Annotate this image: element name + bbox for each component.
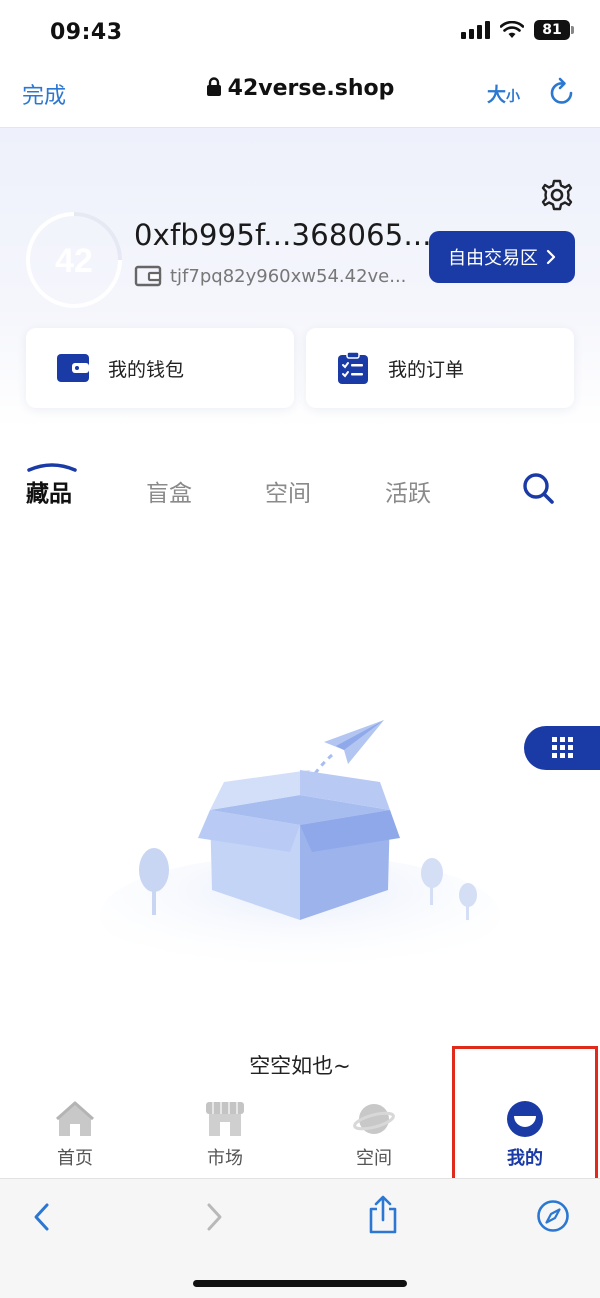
trade-button-label: 自由交易区 — [448, 248, 538, 269]
tab-blind-box[interactable]: 盲盒 — [146, 474, 192, 508]
my-orders-label: 我的订单 — [388, 358, 465, 381]
text-size-button[interactable]: 大小 — [487, 80, 520, 107]
status-time: 09:43 — [50, 20, 123, 45]
market-icon — [206, 1102, 244, 1136]
sub-address-text: tjf7pq82y960xw54.42ve... — [170, 265, 407, 287]
highlight-annotation-box — [452, 1046, 598, 1200]
wallet-outline-icon — [134, 265, 162, 287]
svg-text:42: 42 — [55, 242, 93, 280]
back-icon[interactable] — [30, 1199, 54, 1235]
text-size-big: 大 — [487, 84, 507, 106]
grid-icon — [552, 737, 573, 758]
lock-icon — [206, 77, 221, 96]
free-trade-zone-button[interactable]: 自由交易区 — [429, 231, 575, 283]
battery-indicator: 81 — [534, 20, 574, 40]
tab-space[interactable]: 空间 — [265, 474, 311, 508]
search-icon[interactable] — [520, 470, 556, 506]
compass-icon[interactable] — [536, 1199, 570, 1233]
avatar[interactable]: 42 — [24, 210, 124, 310]
text-size-small: 小 — [506, 89, 521, 105]
floating-menu-button[interactable] — [524, 726, 600, 770]
status-icons: 81 — [461, 20, 574, 40]
nav-space[interactable]: 空间 — [324, 1100, 424, 1170]
chevron-right-icon — [546, 249, 556, 265]
nav-home[interactable]: 首页 — [25, 1100, 125, 1170]
gear-icon[interactable] — [540, 178, 574, 212]
home-icon — [56, 1101, 94, 1136]
share-icon[interactable] — [367, 1195, 399, 1235]
wallet-address: 0xfb995f...368065... — [134, 218, 432, 252]
sub-address-row[interactable]: tjf7pq82y960xw54.42ve... — [134, 264, 406, 288]
my-orders-card[interactable]: 我的订单 — [306, 328, 574, 408]
forward-icon[interactable] — [202, 1199, 226, 1235]
home-indicator — [193, 1280, 407, 1287]
signal-icon — [461, 21, 490, 39]
planet-icon — [353, 1104, 395, 1134]
wallet-icon — [57, 354, 89, 382]
browser-toolbar: 完成 42verse.shop 大小 — [0, 62, 600, 128]
tab-collections[interactable]: 藏品 — [26, 474, 72, 508]
nav-market-label: 市场 — [207, 1148, 243, 1169]
active-tab-indicator — [27, 463, 77, 472]
my-wallet-label: 我的钱包 — [108, 358, 185, 381]
nav-market[interactable]: 市场 — [175, 1100, 275, 1170]
my-wallet-card[interactable]: 我的钱包 — [26, 328, 294, 408]
url-text: 42verse.shop — [227, 76, 395, 101]
collection-tabs: 藏品 盲盒 空间 活跃 — [0, 456, 600, 516]
nav-space-label: 空间 — [356, 1148, 392, 1169]
order-list-icon — [338, 351, 368, 384]
empty-box-illustration — [100, 720, 500, 970]
nav-home-label: 首页 — [57, 1148, 93, 1169]
status-bar: 09:43 81 — [0, 0, 600, 62]
profile-header: 42 0xfb995f...368065... tjf7pq82y960xw54… — [0, 128, 600, 428]
wifi-icon — [500, 21, 524, 38]
tab-activity[interactable]: 活跃 — [385, 474, 431, 508]
reload-icon[interactable] — [548, 76, 576, 106]
